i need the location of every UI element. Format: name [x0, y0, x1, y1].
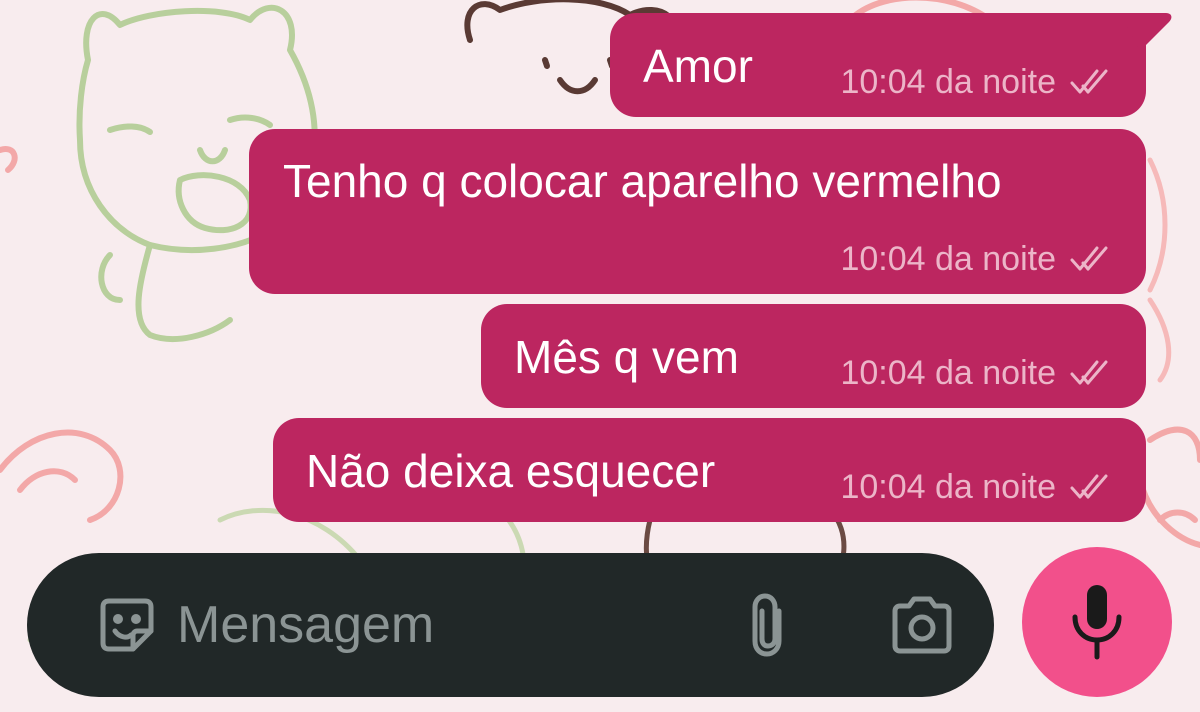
message-time: 10:04 da noite [840, 63, 1056, 101]
message-meta: 10:04 da noite [840, 356, 1116, 390]
message-text: Mês q vem [514, 331, 739, 383]
message-meta: 10:04 da noite [840, 470, 1116, 504]
message-composer[interactable]: Mensagem [27, 553, 994, 697]
message-bubble[interactable]: Tenho q colocar aparelho vermelho 10:04 … [249, 129, 1146, 294]
camera-icon[interactable] [889, 595, 955, 655]
message-time: 10:04 da noite [840, 354, 1056, 392]
double-check-icon [1070, 69, 1108, 94]
double-check-icon [1070, 360, 1108, 385]
message-text: Tenho q colocar aparelho vermelho [283, 155, 1002, 207]
message-time: 10:04 da noite [840, 240, 1056, 278]
message-bubble[interactable]: Mês q vem 10:04 da noite [481, 304, 1146, 408]
message-meta: 10:04 da noite [840, 65, 1116, 99]
bubble-tail [1120, 13, 1172, 51]
voice-message-button[interactable] [1022, 547, 1172, 697]
message-bubble[interactable]: Não deixa esquecer 10:04 da noite [273, 418, 1146, 522]
message-text: Amor [643, 40, 753, 92]
message-input[interactable]: Mensagem [177, 599, 434, 651]
message-bubble[interactable]: Amor 10:04 da noite [610, 13, 1146, 117]
paperclip-icon[interactable] [745, 591, 793, 659]
double-check-icon [1070, 246, 1108, 271]
sticker-emoji-icon[interactable] [95, 593, 159, 657]
message-text: Não deixa esquecer [306, 445, 716, 497]
double-check-icon [1070, 474, 1108, 499]
microphone-icon [1072, 585, 1122, 660]
message-time: 10:04 da noite [840, 468, 1056, 506]
message-meta: 10:04 da noite [840, 242, 1116, 276]
